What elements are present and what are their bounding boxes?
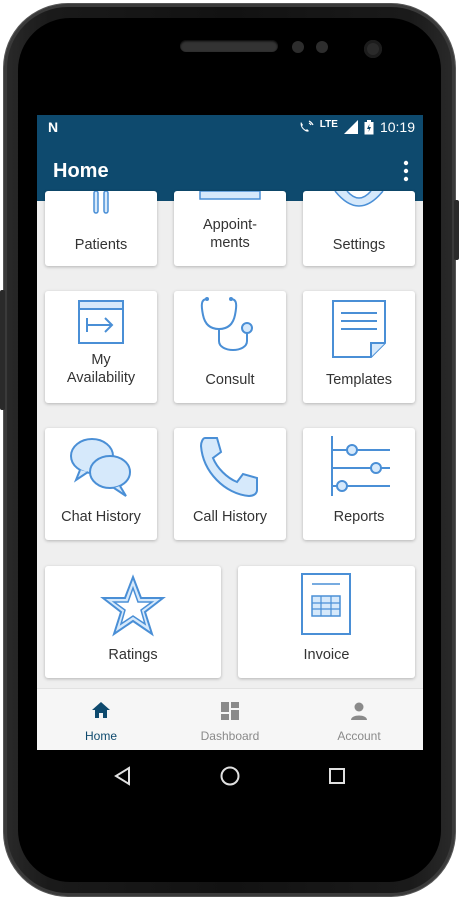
tile-label: Appoint- ments <box>202 217 257 251</box>
wifi-calling-icon <box>300 120 314 132</box>
tile-consult[interactable]: Consult <box>174 291 286 403</box>
stethoscope-icon <box>200 297 253 351</box>
dashboard-icon <box>221 702 239 720</box>
invoice-icon <box>301 573 351 635</box>
screen: N LTE 10:19 Home Patients Appoint- ments… <box>37 115 423 800</box>
tile-label: Templates <box>325 372 393 388</box>
tile-chat-history[interactable]: Chat History <box>45 428 157 540</box>
tile-invoice[interactable]: Invoice <box>238 566 415 678</box>
tile-label: Reports <box>333 509 385 525</box>
signal-icon <box>343 120 358 134</box>
tile-label: Consult <box>205 372 255 388</box>
tile-reports[interactable]: Reports <box>303 428 415 540</box>
tile-call-history[interactable]: Call History <box>174 428 286 540</box>
tile-settings[interactable]: Settings <box>303 191 415 266</box>
nav-label: Dashboard <box>200 729 260 743</box>
status-bar: N LTE 10:19 <box>37 115 423 142</box>
star-icon <box>100 574 166 637</box>
nav-label: Home <box>84 729 117 743</box>
clock: 10:19 <box>379 119 415 135</box>
more-vert-icon[interactable] <box>403 160 409 182</box>
bottom-navigation: Home Dashboard Account <box>37 688 423 751</box>
nav-label: Account <box>337 729 381 743</box>
tile-label: Settings <box>332 237 386 253</box>
sensor-dot <box>316 41 328 53</box>
template-icon <box>332 300 386 358</box>
tile-label: Invoice <box>303 647 350 663</box>
n-notification-icon: N <box>48 119 59 135</box>
home-icon <box>92 702 110 718</box>
tile-ratings[interactable]: Ratings <box>45 566 221 678</box>
availability-icon <box>78 300 124 344</box>
network-type: LTE <box>319 118 338 130</box>
appointments-icon <box>199 191 261 200</box>
system-navigation-bar <box>37 750 423 802</box>
sliders-icon <box>331 436 390 496</box>
tile-label: Call History <box>192 509 268 525</box>
power-button <box>0 290 5 410</box>
patients-icon <box>93 191 109 214</box>
home-circle-icon[interactable] <box>219 765 241 787</box>
battery-icon <box>364 119 374 134</box>
nav-item-dashboard[interactable]: Dashboard <box>166 689 294 751</box>
phone-icon <box>199 437 258 498</box>
nav-item-home[interactable]: Home <box>37 689 165 751</box>
back-icon[interactable] <box>113 766 133 786</box>
front-camera <box>364 40 382 58</box>
recents-icon[interactable] <box>327 766 347 786</box>
gear-icon <box>334 191 384 207</box>
tile-my-availability[interactable]: My Availability <box>45 291 157 403</box>
tile-label: My Availability <box>66 352 136 386</box>
earpiece-speaker <box>180 40 278 52</box>
person-icon <box>351 702 367 720</box>
tile-label: Ratings <box>108 647 158 663</box>
tile-label: Patients <box>74 237 128 253</box>
sensor-dot <box>292 41 304 53</box>
tiles-grid: Patients Appoint- ments Settings My Avai… <box>37 191 423 751</box>
volume-button <box>454 200 459 260</box>
tile-label: Chat History <box>61 509 141 525</box>
tile-templates[interactable]: Templates <box>303 291 415 403</box>
tile-patients[interactable]: Patients <box>45 191 157 266</box>
tile-appointments[interactable]: Appoint- ments <box>174 191 286 266</box>
page-title: Home <box>53 160 109 182</box>
status-icons: LTE 10:19 <box>298 119 415 135</box>
nav-item-account[interactable]: Account <box>295 689 423 751</box>
chat-icon <box>70 438 131 497</box>
